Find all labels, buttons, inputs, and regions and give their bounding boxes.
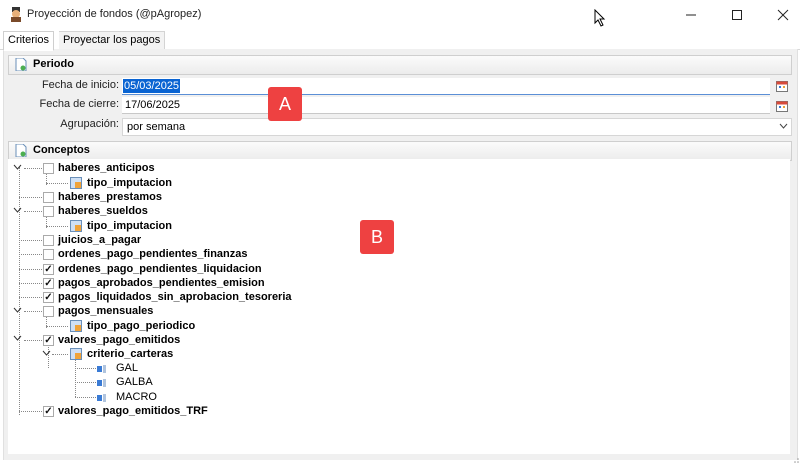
checkbox[interactable] [43,192,54,203]
document-icon [15,57,27,72]
calendar-icon[interactable] [776,81,788,92]
tree-node-haberes-anticipos[interactable]: haberes_anticipos [58,161,155,175]
tree-node-haberes-prestamos[interactable]: haberes_prestamos [58,190,162,204]
checkbox-checked[interactable]: ✓ [43,292,54,303]
chevron-down-icon[interactable] [13,162,23,174]
tree-node-gal[interactable]: GAL [116,361,138,375]
window-title: Proyección de fondos (@pAgropez) [27,8,202,20]
agrupacion-select[interactable]: por semana [122,118,792,136]
calendar-icon[interactable] [776,101,788,112]
conceptos-tree[interactable]: haberes_anticipos tipo_imputacion habere… [8,159,790,454]
agrupacion-label: Agrupación: [60,118,119,130]
checkbox[interactable] [43,206,54,217]
filter-icon [70,348,82,360]
app-icon [9,7,23,22]
fecha-inicio-label: Fecha de inicio: [41,79,119,91]
periodo-title: Periodo [33,58,74,70]
tree-node-valores-pago-emitidos-trf[interactable]: valores_pago_emitidos_TRF [58,404,208,418]
fecha-cierre-label: Fecha de cierre: [39,98,119,110]
list-item-icon [97,364,106,373]
fecha-inicio-field[interactable]: 05/03/2025 [122,78,770,95]
tree-node-pagos-liquidados-sin-aprobacion-tesoreria[interactable]: pagos_liquidados_sin_aprobacion_tesoreri… [58,290,292,304]
checkbox[interactable] [43,306,54,317]
chevron-down-icon[interactable] [42,348,52,360]
document-icon [15,143,27,158]
conceptos-header: Conceptos [8,141,792,161]
minimize-button[interactable] [668,0,714,30]
close-button[interactable] [760,0,800,30]
tree-node-criterio-carteras[interactable]: criterio_carteras [87,347,173,361]
marker-b: B [360,220,394,254]
tree-node-macro[interactable]: MACRO [116,390,157,404]
tree-node-tipo-imputacion[interactable]: tipo_imputacion [87,176,172,190]
fecha-cierre-value: 17/06/2025 [125,99,181,111]
filter-icon [70,177,82,189]
checkbox[interactable] [43,235,54,246]
list-item-icon [97,393,106,402]
checkbox-checked[interactable]: ✓ [43,335,54,346]
tree-node-ordenes-pago-pendientes-finanzas[interactable]: ordenes_pago_pendientes_finanzas [58,247,248,261]
checkbox[interactable] [43,163,54,174]
tree-node-haberes-sueldos[interactable]: haberes_sueldos [58,204,148,218]
tab-proyectar-los-pagos[interactable]: Proyectar los pagos [59,31,166,51]
marker-a: A [268,87,302,121]
filter-icon [70,220,82,232]
agrupacion-value: por semana [127,121,186,133]
fecha-cierre-field[interactable]: 17/06/2025 [122,97,770,114]
tree-node-tipo-pago-periodico[interactable]: tipo_pago_periodico [87,319,195,333]
tree-node-ordenes-pago-pendientes-liquidacion[interactable]: ordenes_pago_pendientes_liquidacion [58,262,262,276]
mouse-cursor-icon [594,8,606,30]
tree-node-pagos-aprobados-pendientes-emision[interactable]: pagos_aprobados_pendientes_emision [58,276,265,290]
checkbox[interactable] [43,249,54,260]
tree-node-valores-pago-emitidos[interactable]: valores_pago_emitidos [58,333,180,347]
tree-node-galba[interactable]: GALBA [116,375,153,389]
tab-criterios[interactable]: Criterios [3,31,54,51]
checkbox-checked[interactable]: ✓ [43,406,54,417]
chevron-down-icon [779,120,788,135]
filter-icon [70,320,82,332]
checkbox-checked[interactable]: ✓ [43,278,54,289]
maximize-button[interactable] [714,0,760,30]
conceptos-title: Conceptos [33,144,90,156]
tree-node-tipo-imputacion[interactable]: tipo_imputacion [87,219,172,233]
checkbox-checked[interactable]: ✓ [43,264,54,275]
tree-node-pagos-mensuales[interactable]: pagos_mensuales [58,304,153,318]
chevron-down-icon[interactable] [13,333,23,345]
periodo-header: Periodo [8,55,792,75]
fecha-inicio-value: 05/03/2025 [123,79,181,93]
chevron-down-icon[interactable] [13,205,23,217]
list-item-icon [97,378,106,387]
resize-grip[interactable] [786,454,800,464]
tree-node-juicios-a-pagar[interactable]: juicios_a_pagar [58,233,141,247]
chevron-down-icon[interactable] [13,305,23,317]
